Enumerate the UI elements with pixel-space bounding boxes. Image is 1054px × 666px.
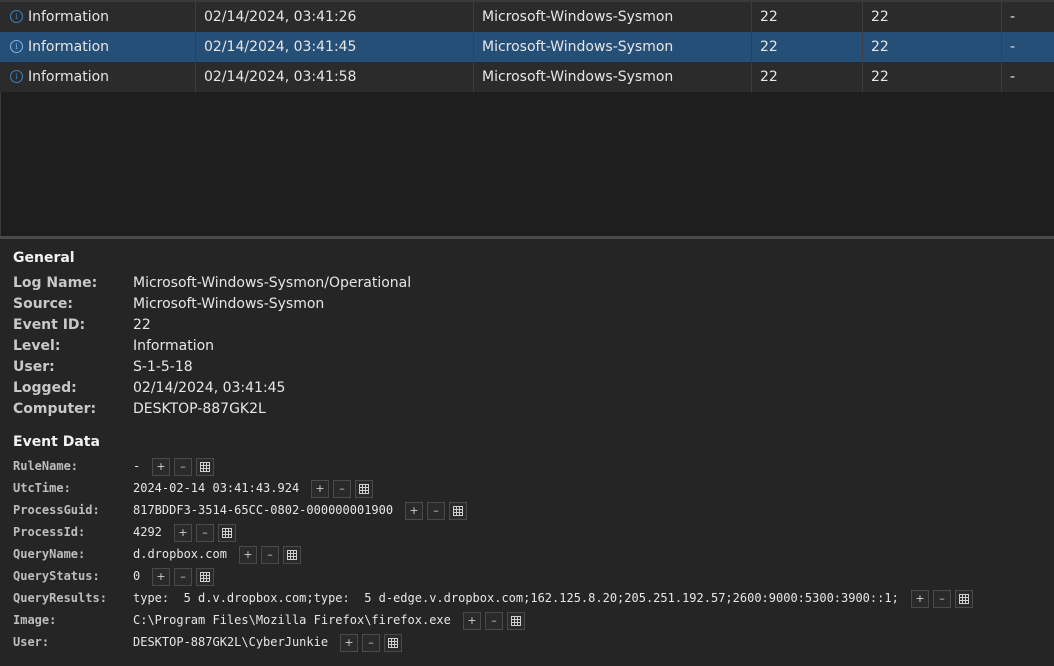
- table-view-icon[interactable]: [507, 612, 525, 630]
- user-value: DESKTOP-887GK2L\CyberJunkie: [133, 635, 329, 649]
- exclude-filter-button[interactable]: –: [196, 524, 214, 542]
- information-icon: i: [10, 69, 23, 83]
- level-value: Information: [133, 338, 215, 354]
- field-actions: + –: [239, 546, 301, 564]
- query-name-value: d.dropbox.com: [133, 547, 227, 561]
- image-value: C:\Program Files\Mozilla Firefox\firefox…: [133, 613, 451, 627]
- rule-name-value: -: [133, 459, 141, 473]
- source-cell: Microsoft-Windows-Sysmon: [473, 32, 673, 62]
- table-view-icon[interactable]: [218, 524, 236, 542]
- table-row[interactable]: i Information 02/14/2024, 03:41:26 Micros…: [0, 2, 1054, 32]
- include-filter-button[interactable]: +: [152, 568, 170, 586]
- task-cell: 22: [862, 2, 889, 32]
- process-guid-label: ProcessGuid:: [13, 503, 100, 517]
- field-actions: + –: [174, 524, 236, 542]
- query-name-label: QueryName:: [13, 547, 86, 561]
- date-cell: 02/14/2024, 03:41:26: [195, 2, 356, 32]
- extra-cell: -: [1001, 32, 1015, 62]
- level-cell: i Information: [10, 2, 109, 32]
- general-section-title: General: [13, 250, 75, 266]
- source-cell: Microsoft-Windows-Sysmon: [473, 62, 673, 92]
- process-guid-value: 817BDDF3-3514-65CC-0802-000000001900: [133, 503, 394, 517]
- computer-value: DESKTOP-887GK2L: [133, 401, 266, 417]
- include-filter-button[interactable]: +: [463, 612, 481, 630]
- event-data-section-title: Event Data: [13, 434, 100, 450]
- query-results-label: QueryResults:: [13, 591, 107, 605]
- user-label: User:: [13, 635, 50, 649]
- exclude-filter-button[interactable]: –: [485, 612, 503, 630]
- exclude-filter-button[interactable]: –: [427, 502, 445, 520]
- task-cell: 22: [862, 62, 889, 92]
- level-cell: i Information: [10, 62, 109, 92]
- user-value: S-1-5-18: [133, 359, 193, 375]
- level-cell: i Information: [10, 32, 109, 62]
- logged-value: 02/14/2024, 03:41:45: [133, 380, 286, 396]
- query-results-value: type: 5 d.v.dropbox.com;type: 5 d-edge.v…: [133, 591, 899, 605]
- exclude-filter-button[interactable]: –: [362, 634, 380, 652]
- event-details-pane: General Log Name: Microsoft-Windows-Sysm…: [0, 239, 1054, 666]
- source-cell: Microsoft-Windows-Sysmon: [473, 2, 673, 32]
- process-id-value: 4292: [133, 525, 162, 539]
- exclude-filter-button[interactable]: –: [261, 546, 279, 564]
- query-status-label: QueryStatus:: [13, 569, 100, 583]
- field-actions: + –: [463, 612, 525, 630]
- image-label: Image:: [13, 613, 57, 627]
- field-actions: + –: [340, 634, 402, 652]
- event-id-cell: 22: [751, 62, 778, 92]
- level-label: Level:: [13, 338, 61, 354]
- utc-time-label: UtcTime:: [13, 481, 71, 495]
- utc-time-value: 2024-02-14 03:41:43.924: [133, 481, 300, 495]
- log-name-value: Microsoft-Windows-Sysmon/Operational: [133, 275, 412, 291]
- information-icon: i: [10, 39, 23, 53]
- date-cell: 02/14/2024, 03:41:58: [195, 62, 356, 92]
- table-empty-area: [0, 92, 1054, 236]
- event-id-cell: 22: [751, 2, 778, 32]
- include-filter-button[interactable]: +: [174, 524, 192, 542]
- include-filter-button[interactable]: +: [911, 590, 929, 608]
- table-view-icon[interactable]: [196, 568, 214, 586]
- table-view-icon[interactable]: [196, 458, 214, 476]
- event-id-label: Event ID:: [13, 317, 86, 333]
- exclude-filter-button[interactable]: –: [933, 590, 951, 608]
- logged-label: Logged:: [13, 380, 77, 396]
- extra-cell: -: [1001, 62, 1015, 92]
- field-actions: + –: [311, 480, 373, 498]
- source-label: Source:: [13, 296, 73, 312]
- computer-label: Computer:: [13, 401, 97, 417]
- table-row-selected[interactable]: i Information 02/14/2024, 03:41:45 Micros…: [0, 32, 1054, 62]
- field-actions: + –: [152, 458, 214, 476]
- include-filter-button[interactable]: +: [405, 502, 423, 520]
- exclude-filter-button[interactable]: –: [174, 568, 192, 586]
- exclude-filter-button[interactable]: –: [174, 458, 192, 476]
- event-id-cell: 22: [751, 32, 778, 62]
- table-view-icon[interactable]: [283, 546, 301, 564]
- date-cell: 02/14/2024, 03:41:45: [195, 32, 356, 62]
- query-status-value: 0: [133, 569, 141, 583]
- information-icon: i: [10, 9, 23, 23]
- field-actions: + –: [152, 568, 214, 586]
- include-filter-button[interactable]: +: [239, 546, 257, 564]
- field-actions: + –: [405, 502, 467, 520]
- event-id-value: 22: [133, 317, 151, 333]
- table-view-icon[interactable]: [384, 634, 402, 652]
- field-actions: + –: [911, 590, 973, 608]
- rule-name-label: RuleName:: [13, 459, 79, 473]
- table-view-icon[interactable]: [355, 480, 373, 498]
- process-id-label: ProcessId:: [13, 525, 86, 539]
- extra-cell: -: [1001, 2, 1015, 32]
- include-filter-button[interactable]: +: [340, 634, 358, 652]
- table-row[interactable]: i Information 02/14/2024, 03:41:58 Micros…: [0, 62, 1054, 92]
- include-filter-button[interactable]: +: [311, 480, 329, 498]
- exclude-filter-button[interactable]: –: [333, 480, 351, 498]
- table-view-icon[interactable]: [449, 502, 467, 520]
- include-filter-button[interactable]: +: [152, 458, 170, 476]
- user-label: User:: [13, 359, 55, 375]
- task-cell: 22: [862, 32, 889, 62]
- pane-edge: [0, 92, 1, 236]
- log-name-label: Log Name:: [13, 275, 98, 291]
- table-view-icon[interactable]: [955, 590, 973, 608]
- source-value: Microsoft-Windows-Sysmon: [133, 296, 325, 312]
